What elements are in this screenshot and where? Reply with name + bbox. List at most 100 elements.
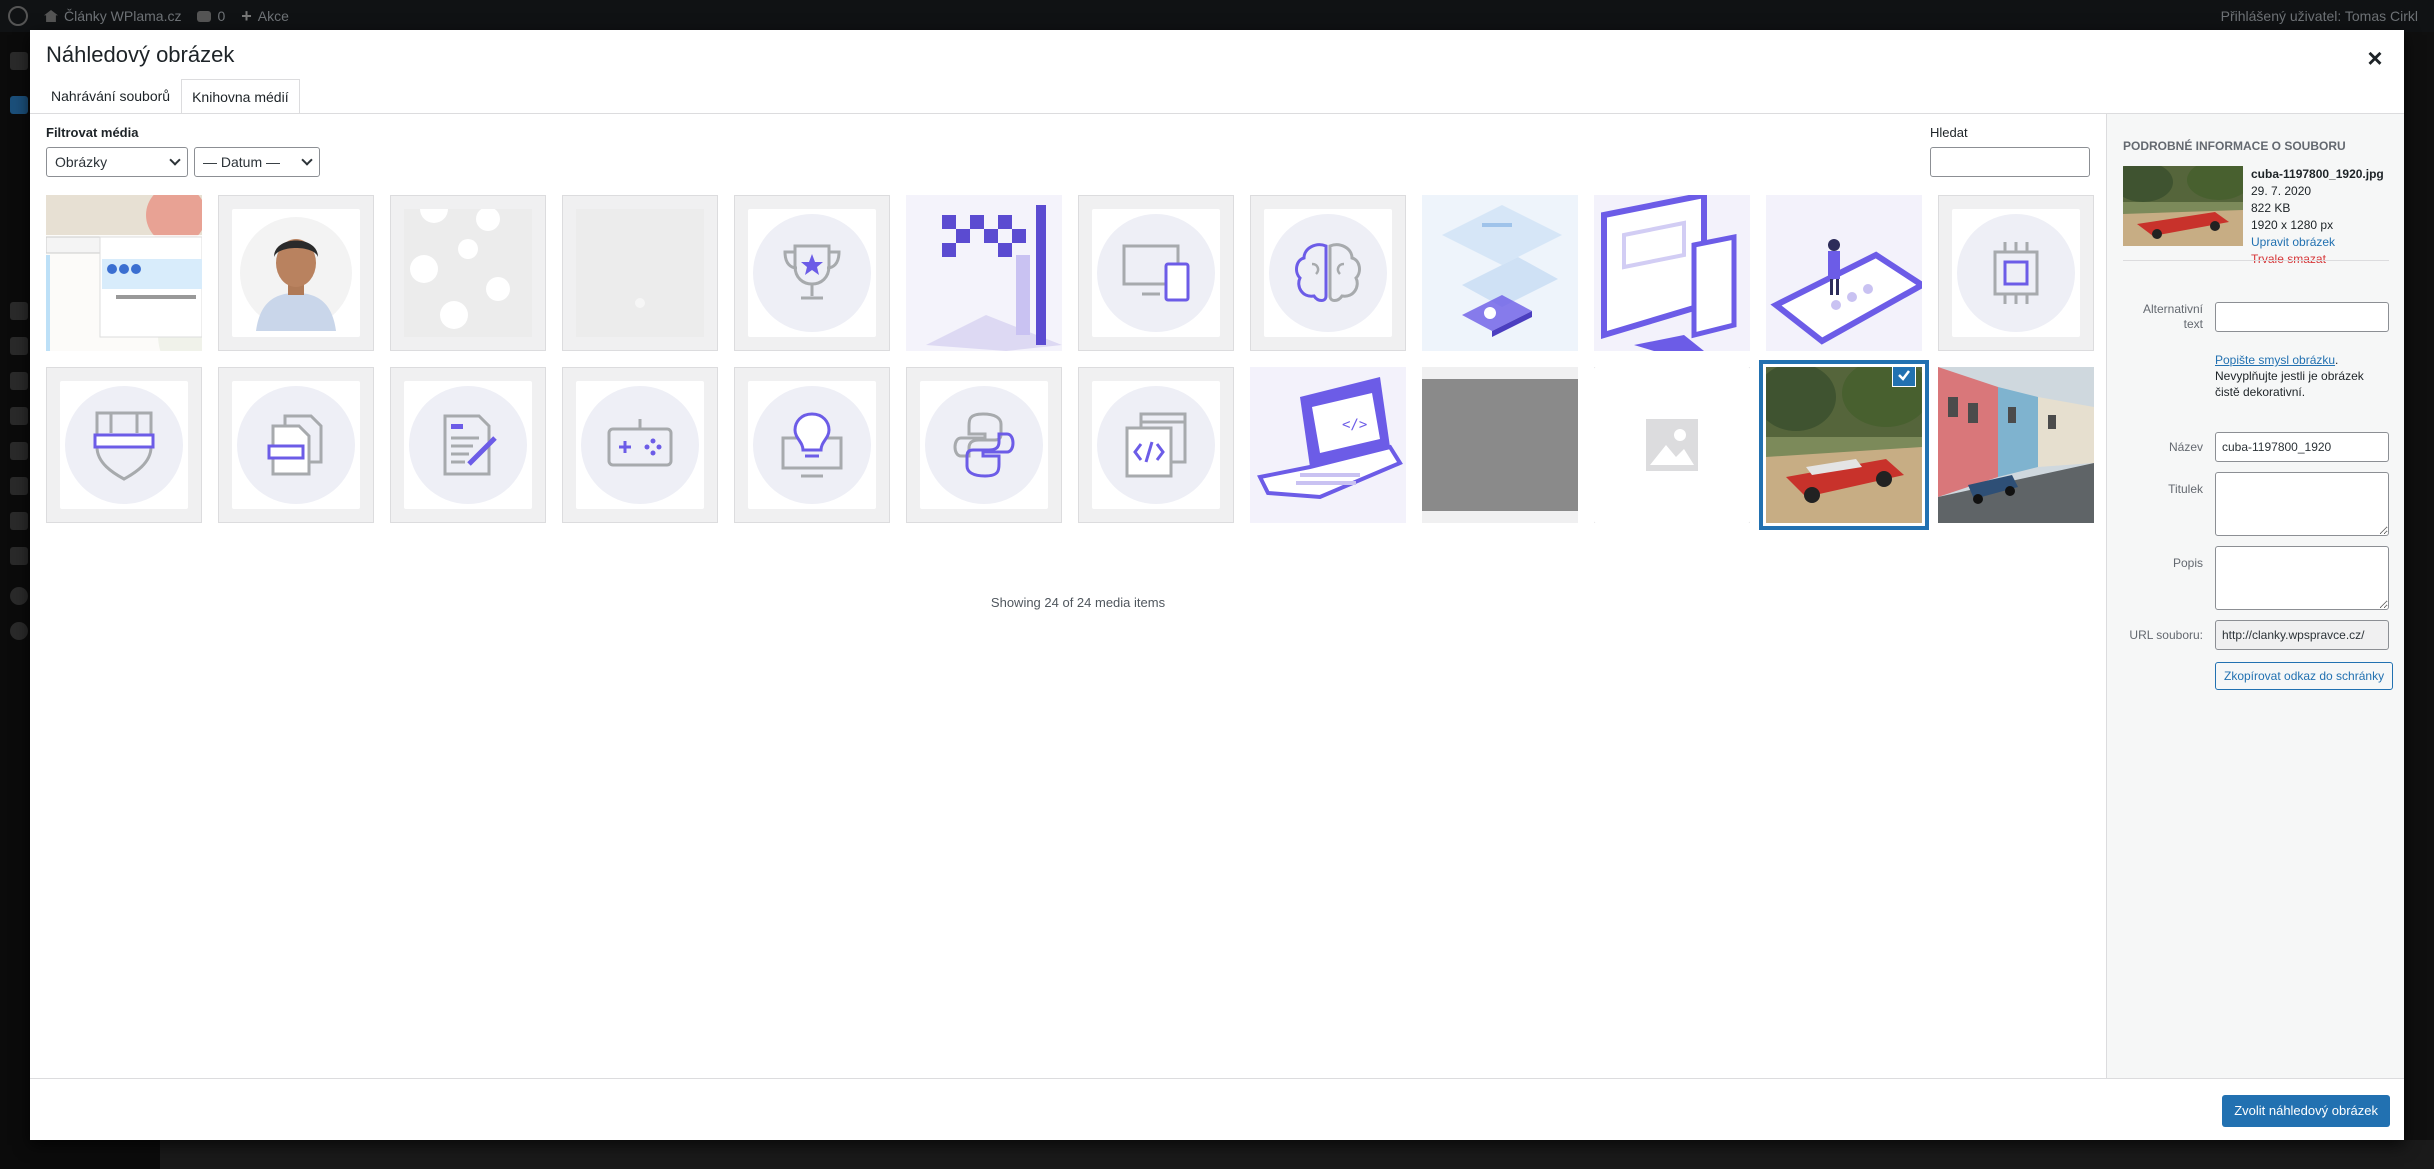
icon-background	[753, 386, 871, 504]
type-filter-select[interactable]: Obrázky	[46, 147, 188, 177]
close-button[interactable]: ×	[2360, 44, 2390, 74]
caption-textarea[interactable]	[2215, 472, 2389, 536]
icon-background	[409, 386, 527, 504]
new-content-link[interactable]: + Akce	[241, 6, 289, 27]
media-menu-icon[interactable]	[10, 302, 28, 320]
type-filter-value: Obrázky	[55, 154, 108, 170]
user-greeting: Přihlášený uživatel: Tomas Cirkl	[2220, 8, 2418, 24]
site-name-link[interactable]: Články WPlama.cz	[44, 8, 181, 24]
media-item-selected[interactable]	[1766, 367, 1922, 523]
documents-icon	[267, 414, 323, 476]
media-item[interactable]	[218, 367, 374, 523]
media-item[interactable]	[1422, 367, 1578, 523]
thumbnail-documents	[232, 381, 360, 509]
thumbnail-shield	[60, 381, 188, 509]
plugins-menu-icon[interactable]	[10, 442, 28, 460]
extra-menu-icon[interactable]	[10, 622, 28, 640]
alt-text-help-link[interactable]: Popište smysl obrázku	[2215, 353, 2335, 367]
thumbnail-portrait	[232, 209, 360, 337]
comments-menu-icon[interactable]	[10, 372, 28, 390]
media-item[interactable]	[46, 367, 202, 523]
plus-icon: +	[241, 5, 252, 26]
media-item[interactable]	[734, 195, 890, 351]
search-input[interactable]	[1930, 147, 2090, 177]
set-featured-image-button[interactable]: Zvolit náhledový obrázek	[2222, 1095, 2390, 1127]
thumbnail-havana-street	[1938, 367, 2094, 523]
media-item[interactable]	[1594, 367, 1750, 523]
alt-text-label: Alternativní text	[2142, 302, 2203, 331]
filter-label: Filtrovat média	[46, 125, 139, 140]
details-divider	[2123, 260, 2389, 261]
modal-footer: Zvolit náhledový obrázek	[30, 1078, 2404, 1140]
edit-image-link[interactable]: Upravit obrázek	[2251, 234, 2384, 251]
settings-menu-icon[interactable]	[10, 547, 28, 565]
checkmark-icon	[1898, 370, 1910, 381]
media-item[interactable]	[734, 367, 890, 523]
file-url-input[interactable]	[2215, 620, 2389, 650]
tools-menu-icon[interactable]	[10, 512, 28, 530]
svg-text:</>: </>	[1342, 417, 1367, 433]
media-item[interactable]	[906, 195, 1062, 351]
new-content-label: Akce	[257, 8, 289, 24]
copy-url-button[interactable]: Zkopírovat odkaz do schránky	[2215, 662, 2394, 690]
date-filter-select[interactable]: — Datum —	[194, 147, 320, 177]
selected-check-button[interactable]	[1892, 367, 1916, 387]
media-item[interactable]	[1078, 367, 1234, 523]
posts-menu-icon[interactable]	[10, 96, 28, 114]
media-item[interactable]	[1766, 195, 1922, 351]
python-icon	[953, 412, 1015, 478]
users-menu-icon[interactable]	[10, 477, 28, 495]
file-url-label: URL souboru:	[2129, 628, 2203, 642]
media-item[interactable]	[1078, 195, 1234, 351]
thumbnail-gamepad	[576, 381, 704, 509]
page-content-background	[160, 1140, 2434, 1169]
media-item[interactable]	[218, 195, 374, 351]
details-filename: cuba-1197800_1920.jpg	[2251, 167, 2384, 181]
media-item[interactable]	[1250, 195, 1406, 351]
tab-media-library[interactable]: Knihovna médií	[181, 79, 300, 113]
thumbnail-gray-image	[1422, 367, 1578, 523]
icon-background	[65, 386, 183, 504]
attachment-details: Podrobné informace o souboru cuba-119780…	[2106, 114, 2404, 1078]
icon-background	[1097, 214, 1215, 332]
search-label: Hledat	[1930, 125, 1968, 140]
user-account-link[interactable]: Přihlášený uživatel: Tomas Cirkl	[2221, 0, 2418, 32]
details-date: 29. 7. 2020	[2251, 184, 2312, 198]
icon-background	[581, 386, 699, 504]
tab-upload-files[interactable]: Nahrávání souborů	[40, 78, 181, 112]
pages-menu-icon[interactable]	[10, 337, 28, 355]
brain-icon	[1295, 243, 1361, 302]
media-item[interactable]: </>	[1250, 367, 1406, 523]
thumbnail-trophy	[748, 209, 876, 337]
appearance-menu-icon[interactable]	[10, 407, 28, 425]
media-item[interactable]	[46, 195, 202, 351]
collapse-menu-icon[interactable]	[10, 587, 28, 605]
chevron-down-icon	[169, 154, 181, 166]
thumbnail-python	[920, 381, 1048, 509]
close-icon: ×	[2367, 43, 2383, 73]
media-item[interactable]	[562, 367, 718, 523]
wordpress-logo-icon[interactable]	[8, 6, 28, 26]
media-item[interactable]	[1938, 195, 2094, 351]
thumbnail-isometric-phones	[1422, 195, 1578, 351]
dashboard-menu-icon[interactable]	[10, 52, 28, 70]
thumbnail-edit-document	[404, 381, 532, 509]
alt-text-input[interactable]	[2215, 302, 2389, 332]
caption-label: Titulek	[2168, 482, 2203, 496]
media-item[interactable]	[906, 367, 1062, 523]
gamepad-icon	[607, 419, 673, 467]
media-item[interactable]	[1594, 195, 1750, 351]
title-input[interactable]	[2215, 432, 2389, 462]
media-item[interactable]	[390, 195, 546, 351]
edit-document-icon	[443, 414, 497, 476]
details-thumbnail	[2123, 166, 2243, 246]
comments-link[interactable]: 0	[197, 8, 225, 24]
media-item[interactable]	[390, 367, 546, 523]
details-filesize: 822 KB	[2251, 201, 2291, 215]
thumbnail-chip	[1952, 209, 2080, 337]
media-item[interactable]	[1938, 367, 2094, 523]
description-textarea[interactable]	[2215, 546, 2389, 610]
media-item[interactable]	[562, 195, 718, 351]
media-item[interactable]	[1422, 195, 1578, 351]
date-filter-value: — Datum —	[203, 154, 281, 170]
